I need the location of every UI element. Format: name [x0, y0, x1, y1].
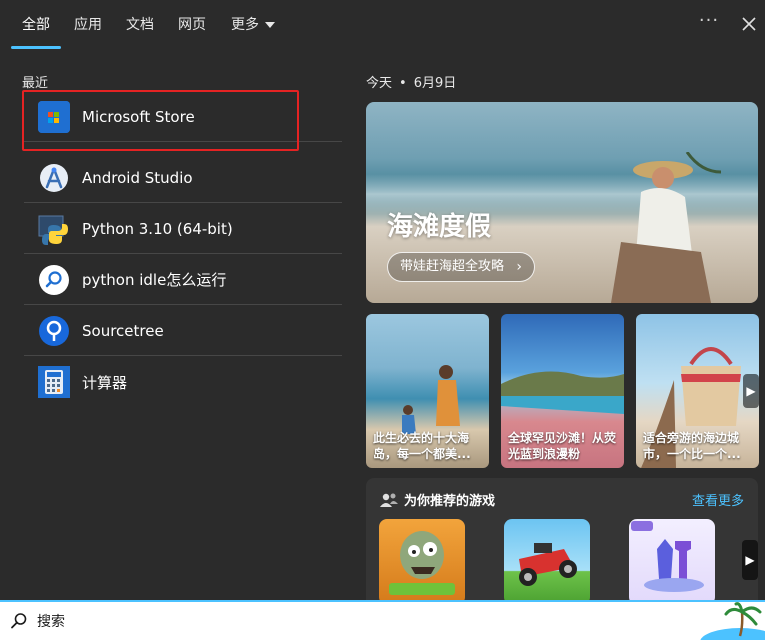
app-label: Sourcetree: [82, 321, 164, 340]
date-value: 6月9日: [413, 76, 457, 91]
jeep-illustration: [519, 543, 577, 586]
date-separator: •: [399, 76, 407, 91]
recent-section-title: 最近: [22, 76, 49, 91]
recent-item-python[interactable]: Python 3.10 (64-bit): [24, 204, 342, 254]
chevron-right-icon: ▶: [745, 553, 755, 567]
tab-web[interactable]: 网页: [178, 14, 206, 34]
app-label: Microsoft Store: [82, 107, 195, 126]
games-header: 为你推荐的游戏: [380, 490, 495, 509]
android-studio-icon: [38, 162, 70, 194]
app-label: 计算器: [82, 373, 128, 392]
recent-panel: 最近 Microsoft Store Android Studio Python…: [0, 52, 355, 600]
search-input[interactable]: [37, 610, 637, 634]
cards-next-button[interactable]: ▶: [743, 374, 759, 408]
chevron-down-icon: [265, 22, 275, 28]
hero-person-illustration: [611, 152, 721, 303]
calculator-icon: [38, 366, 70, 398]
today-label: 今天: [366, 76, 393, 91]
games-next-button[interactable]: ▶: [742, 540, 758, 580]
card-caption: 适合旁游的海边城市，一个比一个...: [643, 431, 741, 461]
chess-illustration: [631, 521, 704, 592]
game-tile-plants-vs-zombies[interactable]: [379, 519, 465, 600]
tab-more[interactable]: 更多: [231, 14, 275, 34]
app-label: Android Studio: [82, 168, 193, 187]
card-caption: 全球罕见沙滩！从荧光蓝到浪漫粉: [508, 431, 617, 461]
today-panel: 今天 • 6月9日 海滩度假 带娃赶海超全攻略 › 此生必去的十大海岛，每一个都美..…: [355, 52, 765, 600]
top-tab-bar: 全部 应用 文档 网页 更多 ···: [0, 0, 765, 52]
hero-card[interactable]: 海滩度假 带娃赶海超全攻略 ›: [366, 102, 758, 303]
chevron-right-icon: ▶: [746, 384, 756, 398]
python-icon: [38, 213, 70, 245]
article-card-beaches[interactable]: 全球罕见沙滩！从荧光蓝到浪漫粉: [501, 314, 624, 468]
hero-link-button[interactable]: 带娃赶海超全攻略 ›: [387, 252, 536, 282]
hero-title: 海滩度假: [387, 212, 492, 242]
game-tile-hill-climb-racing[interactable]: [504, 519, 590, 600]
hero-link-label: 带娃赶海超全攻略: [400, 259, 505, 274]
game-tile-chess[interactable]: [629, 519, 715, 600]
recent-item-python-idle-search[interactable]: python idle怎么运行: [24, 255, 342, 305]
active-tab-indicator: [11, 46, 61, 49]
recent-item-calculator[interactable]: 计算器: [24, 357, 342, 407]
recommended-games-section: 为你推荐的游戏 查看更多 ▶: [366, 478, 758, 600]
zombie-illustration: [389, 531, 455, 595]
article-card-islands[interactable]: 此生必去的十大海岛，每一个都美...: [366, 314, 489, 468]
chevron-right-icon: ›: [516, 259, 523, 275]
beach-decoration-icon: [700, 602, 765, 640]
close-icon[interactable]: [739, 14, 759, 34]
article-card-coastal-cities[interactable]: 适合旁游的海边城市，一个比一个...: [636, 314, 759, 468]
tab-documents[interactable]: 文档: [126, 14, 154, 34]
people-icon: [380, 493, 398, 507]
app-label: python idle怎么运行: [82, 271, 227, 289]
search-bar: [0, 600, 765, 640]
sourcetree-icon: [38, 315, 70, 347]
recent-item-sourcetree[interactable]: Sourcetree: [24, 306, 342, 356]
recent-item-microsoft-store[interactable]: Microsoft Store: [24, 92, 342, 142]
tab-apps[interactable]: 应用: [74, 14, 102, 34]
card-caption: 此生必去的十大海岛，每一个都美...: [373, 431, 471, 461]
search-web-icon: [38, 264, 70, 296]
recent-item-android-studio[interactable]: Android Studio: [24, 153, 342, 203]
games-title: 为你推荐的游戏: [404, 494, 496, 509]
more-options-button[interactable]: ···: [697, 10, 721, 34]
microsoft-store-icon: [38, 100, 70, 133]
see-more-link[interactable]: 查看更多: [692, 490, 744, 509]
app-label: Python 3.10 (64-bit): [82, 219, 233, 238]
tab-all[interactable]: 全部: [22, 14, 50, 34]
tab-more-label: 更多: [231, 17, 259, 33]
today-date: 今天 • 6月9日: [366, 72, 456, 91]
search-icon: [11, 613, 27, 629]
